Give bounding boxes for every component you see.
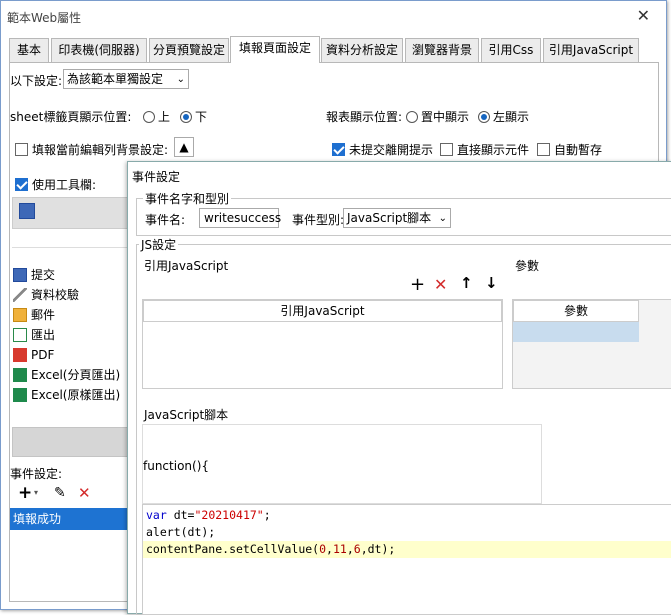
- events-label: 事件設定:: [10, 467, 63, 481]
- params-header: 參數: [513, 300, 639, 322]
- auto-save-checkbox[interactable]: 自動暫存: [537, 141, 602, 158]
- close-icon[interactable]: ✕: [637, 6, 650, 25]
- report-pos-left-radio[interactable]: 左顯示: [478, 108, 529, 125]
- code-line-2: alert(dt);: [146, 525, 216, 539]
- scope-label: 以下設定:: [10, 74, 63, 88]
- ref-js-table: 引用JavaScript: [142, 299, 503, 389]
- event-name-input[interactable]: writesuccess: [199, 208, 281, 228]
- code-line-3: contentPane.setCellValue(0,11,6,dt);: [143, 541, 671, 558]
- toolbar-item-pdf[interactable]: PDF: [13, 345, 54, 365]
- event-item-fill-success[interactable]: 填報成功: [10, 508, 129, 530]
- js-settings-legend: JS設定: [139, 236, 179, 253]
- event-settings-dialog: 事件設定 事件名字和型別 事件名: writesuccess 事件型別: Jav…: [127, 161, 671, 615]
- chevron-down-icon[interactable]: ▾: [34, 488, 38, 497]
- move-up-icon[interactable]: ↑: [460, 274, 473, 292]
- script-label: JavaScript腳本: [144, 408, 229, 422]
- edit-icon[interactable]: ✎: [54, 485, 66, 501]
- toolbar-item-mail[interactable]: 郵件: [13, 305, 55, 325]
- toolbar-item-submit[interactable]: 提交: [13, 265, 55, 285]
- window-title: 範本Web屬性: [7, 11, 82, 25]
- report-pos-center-radio[interactable]: 置中顯示: [406, 108, 469, 125]
- tab-fill-page[interactable]: 填報頁面設定: [230, 36, 320, 63]
- event-type-select[interactable]: JavaScript腳本 ⌄: [343, 208, 451, 228]
- params-label: 參數: [515, 259, 540, 273]
- verify-icon: [13, 288, 27, 302]
- code-line-1: var dt="20210417";: [146, 508, 271, 522]
- scope-value: 為該範本單獨設定: [67, 72, 164, 86]
- script-editor[interactable]: var dt="20210417"; alert(dt); contentPan…: [142, 504, 671, 615]
- params-table: 參數: [512, 299, 671, 389]
- add-event-icon[interactable]: +: [18, 483, 32, 503]
- scope-select[interactable]: 為該範本單獨設定 ⌄: [63, 69, 189, 89]
- params-row-selected[interactable]: [513, 322, 639, 342]
- pdf-icon: [13, 348, 27, 362]
- ref-js-label: 引用JavaScript: [144, 259, 229, 273]
- tab-javascript[interactable]: 引用JavaScript: [543, 38, 639, 62]
- toolbar-footer: [12, 427, 129, 457]
- tab-strip: 基本 印表機(伺服器) 分頁預覽設定 填報頁面設定 資料分析設定 瀏覽器背景 引…: [9, 36, 659, 63]
- unsubmitted-prompt-checkbox[interactable]: 未提交離開提示: [332, 141, 433, 158]
- name-type-legend: 事件名字和型別: [143, 190, 232, 207]
- tab-browser-bg[interactable]: 瀏覽器背景: [405, 38, 479, 62]
- title-bar: 範本Web屬性 ✕: [1, 1, 666, 31]
- fill-row-bg-checkbox[interactable]: 填報當前編輯列背景設定:: [15, 141, 168, 158]
- event-type-label: 事件型別:: [292, 213, 345, 227]
- toolbar-item-excel-page[interactable]: Excel(分頁匯出): [13, 365, 120, 385]
- dialog-title: 事件設定: [132, 170, 181, 184]
- tab-basic[interactable]: 基本: [9, 38, 49, 62]
- delete-icon[interactable]: ✕: [78, 484, 91, 502]
- web-properties-window: 範本Web屬性 ✕ 基本 印表機(伺服器) 分頁預覽設定 填報頁面設定 資料分析…: [0, 0, 671, 615]
- save-icon: [13, 268, 27, 282]
- chevron-down-icon: ⌄: [176, 74, 185, 85]
- sheet-pos-up-radio[interactable]: 上: [143, 108, 170, 125]
- sheet-pos-down-radio[interactable]: 下: [180, 108, 207, 125]
- excel-icon: [13, 388, 27, 402]
- toolbar-item-verify[interactable]: 資料校驗: [13, 285, 79, 305]
- tab-page-preview[interactable]: 分頁預覽設定: [149, 38, 229, 62]
- function-header-box: function(){: [142, 424, 542, 504]
- name-type-fieldset: 事件名字和型別 事件名: writesuccess 事件型別: JavaScri…: [136, 190, 671, 236]
- function-header: function(){: [143, 459, 210, 473]
- paint-bucket-icon[interactable]: ▲: [174, 137, 194, 157]
- tab-data-analysis[interactable]: 資料分析設定: [321, 38, 403, 62]
- show-direct-checkbox[interactable]: 直接顯示元件: [440, 141, 529, 158]
- excel-icon: [13, 368, 27, 382]
- toolbar-preview: [12, 197, 129, 229]
- sheet-pos-label: sheet標籤頁顯示位置:: [10, 110, 132, 124]
- mail-icon: [13, 308, 27, 322]
- add-icon[interactable]: +: [410, 274, 425, 295]
- toolbar-item-excel-original[interactable]: Excel(原樣匯出): [13, 385, 120, 405]
- event-name-label: 事件名:: [145, 213, 186, 227]
- save-icon[interactable]: [19, 203, 35, 219]
- toolbar-item-export[interactable]: 匯出: [13, 325, 55, 345]
- tab-css[interactable]: 引用Css: [481, 38, 541, 62]
- chevron-down-icon: ⌄: [438, 213, 447, 224]
- delete-icon[interactable]: ✕: [434, 275, 447, 294]
- toolbar-spacer: [12, 231, 129, 248]
- tab-printer[interactable]: 印表機(伺服器): [51, 38, 147, 62]
- move-down-icon[interactable]: ↓: [485, 274, 498, 292]
- export-icon: [13, 328, 27, 342]
- report-pos-label: 報表顯示位置:: [326, 110, 403, 124]
- use-toolbar-checkbox[interactable]: 使用工具欄:: [15, 176, 96, 193]
- ref-js-header: 引用JavaScript: [143, 300, 502, 322]
